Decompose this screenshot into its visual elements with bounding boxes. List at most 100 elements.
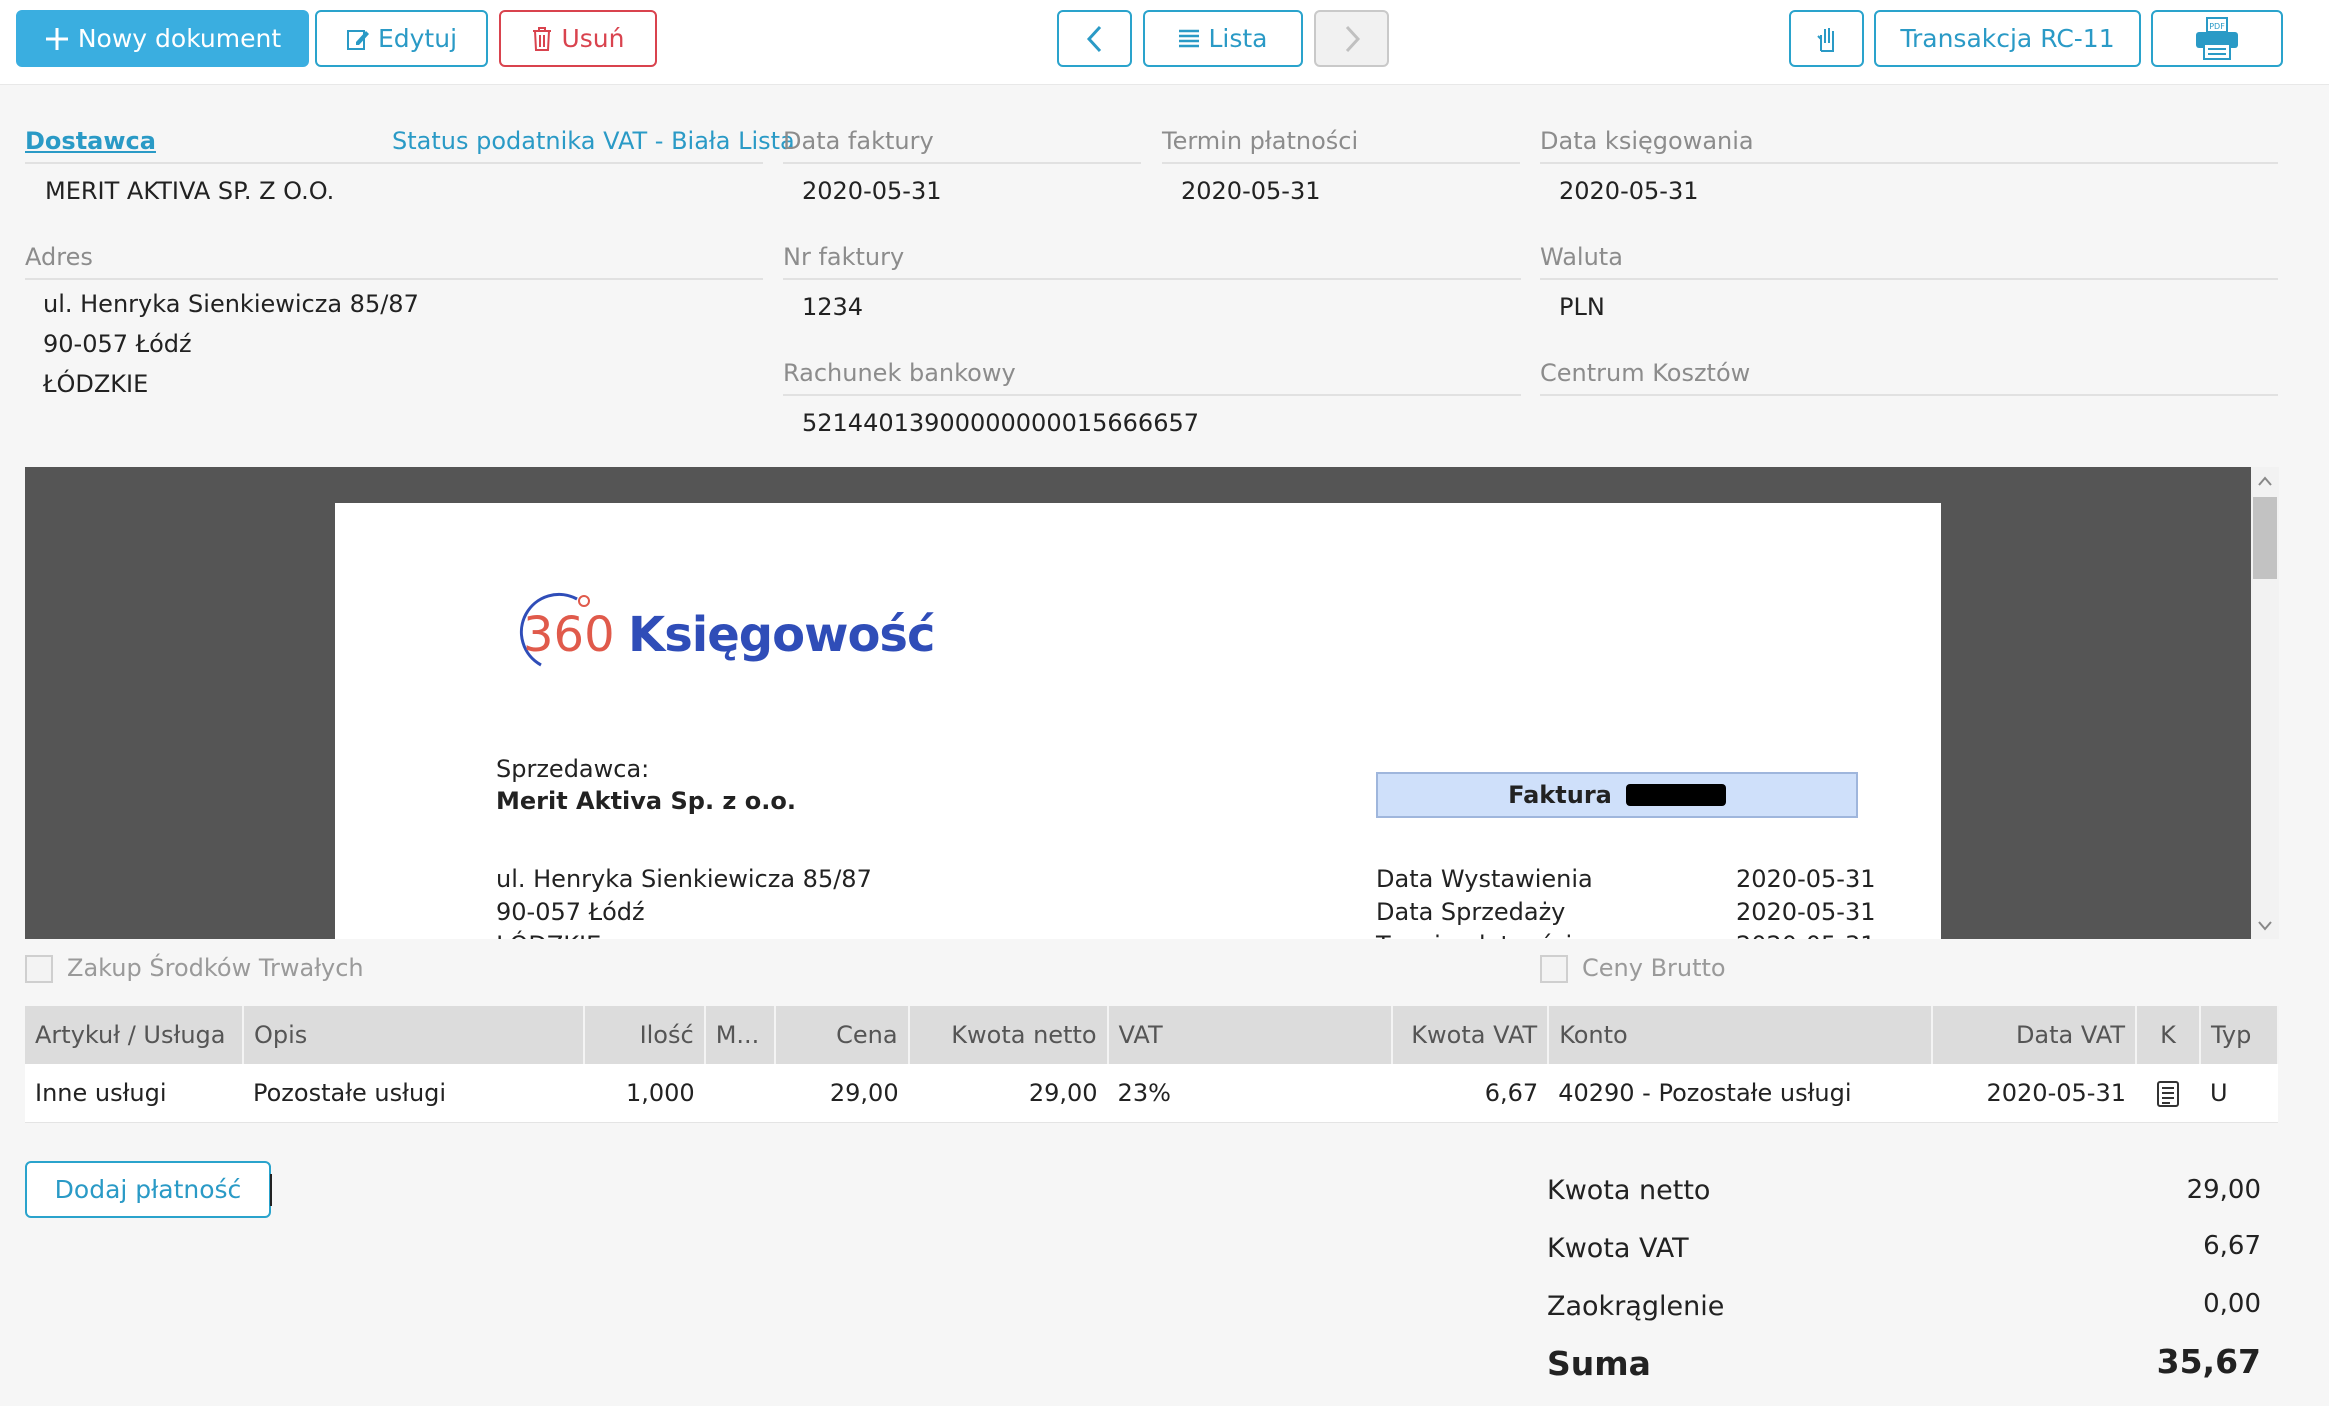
seller-caption: Sprzedawca: [496, 755, 650, 783]
col-item[interactable]: Artykuł / Usługa [25, 1006, 244, 1064]
currency-label: Waluta [1540, 243, 1623, 271]
col-price[interactable]: Cena [774, 1006, 910, 1064]
list-button[interactable]: Lista [1143, 10, 1303, 67]
scroll-up-icon[interactable] [2258, 471, 2272, 490]
col-account[interactable]: Konto [1548, 1006, 1934, 1064]
printer-pdf-icon: PDF [2193, 16, 2241, 61]
sum-label: Suma [1547, 1344, 1651, 1383]
cell-type[interactable]: U [2199, 1064, 2278, 1123]
previous-button[interactable] [1057, 10, 1132, 67]
redacted-number [1625, 784, 1726, 806]
issue-date-value: 2020-05-31 [1736, 865, 1876, 893]
invoice-title-box: Faktura [1376, 772, 1858, 818]
cell-unit[interactable] [704, 1064, 775, 1123]
sale-date-label: Data Sprzedaży [1376, 898, 1566, 926]
seller-name: Merit Aktiva Sp. z o.o. [496, 787, 796, 815]
cell-account[interactable]: 40290 - Pozostałe usługi [1548, 1064, 1933, 1123]
edit-icon [346, 27, 370, 51]
due-date-label: Termin płatności [1162, 127, 1359, 155]
supplier-underline [25, 162, 763, 164]
document-list-icon[interactable] [2156, 1079, 2180, 1107]
col-k[interactable]: K [2135, 1006, 2201, 1064]
address-line-3[interactable]: ŁÓDZKIE [43, 370, 148, 398]
gross-prices-label: Ceny Brutto [1582, 954, 1726, 982]
preview-scrollbar[interactable] [2251, 467, 2279, 939]
cost-center-underline [1540, 394, 2278, 396]
booking-date-field[interactable]: 2020-05-31 [1559, 177, 1698, 205]
invoice-title: Faktura [1508, 781, 1612, 809]
cell-quantity[interactable]: 1,000 [583, 1064, 705, 1123]
invoice-date-underline [783, 162, 1141, 164]
cell-vat-date[interactable]: 2020-05-31 [1932, 1064, 2136, 1123]
document-preview[interactable]: 360 Księgowość Sprzedawca: Merit Aktiva … [25, 467, 2279, 939]
cell-net-amount[interactable]: 29,00 [908, 1064, 1108, 1123]
scrollbar-thumb[interactable] [2253, 497, 2277, 579]
trash-icon [531, 26, 553, 52]
booking-date-underline [1540, 162, 2278, 164]
hand-icon [1815, 25, 1839, 53]
add-payment-button[interactable]: Dodaj płatność [25, 1161, 271, 1218]
chevron-right-icon [1342, 24, 1362, 54]
col-description[interactable]: Opis [242, 1006, 585, 1064]
invoice-page: 360 Księgowość Sprzedawca: Merit Aktiva … [335, 503, 1941, 939]
toolbar: Nowy dokument Edytuj Usuń Lista Transakc… [0, 0, 2329, 85]
scroll-down-icon[interactable] [2258, 916, 2272, 935]
sale-date-value: 2020-05-31 [1736, 898, 1876, 926]
address-line-1[interactable]: ul. Henryka Sienkiewicza 85/87 [43, 290, 419, 318]
net-total-value: 29,00 [2186, 1175, 2261, 1205]
invoice-date-label: Data faktury [783, 127, 934, 155]
col-quantity[interactable]: Ilość [583, 1006, 706, 1064]
vat-status-link[interactable]: Status podatnika VAT - Biała Lista [392, 127, 795, 155]
line-items-table: Artykuł / Usługa Opis Ilość M... Cena Kw… [25, 1006, 2280, 1123]
vat-total-label: Kwota VAT [1547, 1233, 1689, 1264]
address-underline [25, 278, 763, 280]
supplier-label[interactable]: Dostawca [25, 127, 156, 155]
currency-field[interactable]: PLN [1559, 293, 1605, 321]
cell-price[interactable]: 29,00 [774, 1064, 909, 1123]
invoice-date-field[interactable]: 2020-05-31 [802, 177, 941, 205]
due-date-field[interactable]: 2020-05-31 [1181, 177, 1320, 205]
transaction-button[interactable]: Transakcja RC-11 [1874, 10, 2141, 67]
currency-underline [1540, 278, 2278, 280]
address-line-2[interactable]: 90-057 Łódź [43, 330, 192, 358]
rounding-label: Zaokrąglenie [1547, 1291, 1725, 1322]
chevron-left-icon [1085, 24, 1105, 54]
fixed-assets-checkbox[interactable] [25, 955, 53, 983]
payment-term-value: 2020-05-31 [1736, 931, 1875, 939]
cell-vat[interactable]: 23% [1107, 1064, 1393, 1123]
cost-center-label: Centrum Kosztów [1540, 359, 1751, 387]
bank-account-label: Rachunek bankowy [783, 359, 1016, 387]
col-vat-date[interactable]: Data VAT [1932, 1006, 2137, 1064]
address-label: Adres [25, 243, 93, 271]
cell-item[interactable]: Inne usługi [25, 1064, 243, 1123]
transaction-label: Transakcja RC-11 [1900, 24, 2115, 53]
table-row[interactable]: Inne usługi Pozostałe usługi 1,000 29,00… [25, 1064, 2278, 1123]
col-unit[interactable]: M... [704, 1006, 776, 1064]
supplier-field[interactable]: MERIT AKTIVA SP. Z O.O. [45, 177, 334, 205]
invoice-number-field[interactable]: 1234 [802, 293, 863, 321]
invoice-number-label: Nr faktury [783, 243, 905, 271]
seller-address-3: ŁÓDZKIE [496, 931, 601, 939]
print-pdf-button[interactable]: PDF [2151, 10, 2283, 67]
bank-account-field[interactable]: 52144013900000000015666657 [802, 409, 1199, 437]
col-vat-amount[interactable]: Kwota VAT [1392, 1006, 1550, 1064]
list-label: Lista [1208, 24, 1268, 53]
col-vat[interactable]: VAT [1107, 1006, 1394, 1064]
new-document-button[interactable]: Nowy dokument [16, 10, 309, 67]
due-date-underline [1162, 162, 1520, 164]
cell-description[interactable]: Pozostałe usługi [242, 1064, 584, 1123]
cell-vat-amount[interactable]: 6,67 [1392, 1064, 1549, 1123]
rounding-value: 0,00 [2203, 1289, 2261, 1319]
col-type[interactable]: Typ [2199, 1006, 2280, 1064]
table-header-row: Artykuł / Usługa Opis Ilość M... Cena Kw… [25, 1006, 2280, 1064]
text-cursor [270, 1174, 272, 1206]
edit-button[interactable]: Edytuj [315, 10, 488, 67]
attach-button[interactable] [1789, 10, 1864, 67]
col-net-amount[interactable]: Kwota netto [908, 1006, 1109, 1064]
delete-button[interactable]: Usuń [499, 10, 657, 67]
cell-k[interactable] [2135, 1064, 2200, 1123]
add-payment-label: Dodaj płatność [54, 1175, 242, 1204]
next-button[interactable] [1314, 10, 1389, 67]
edit-label: Edytuj [377, 24, 458, 53]
gross-prices-checkbox[interactable] [1540, 955, 1568, 983]
